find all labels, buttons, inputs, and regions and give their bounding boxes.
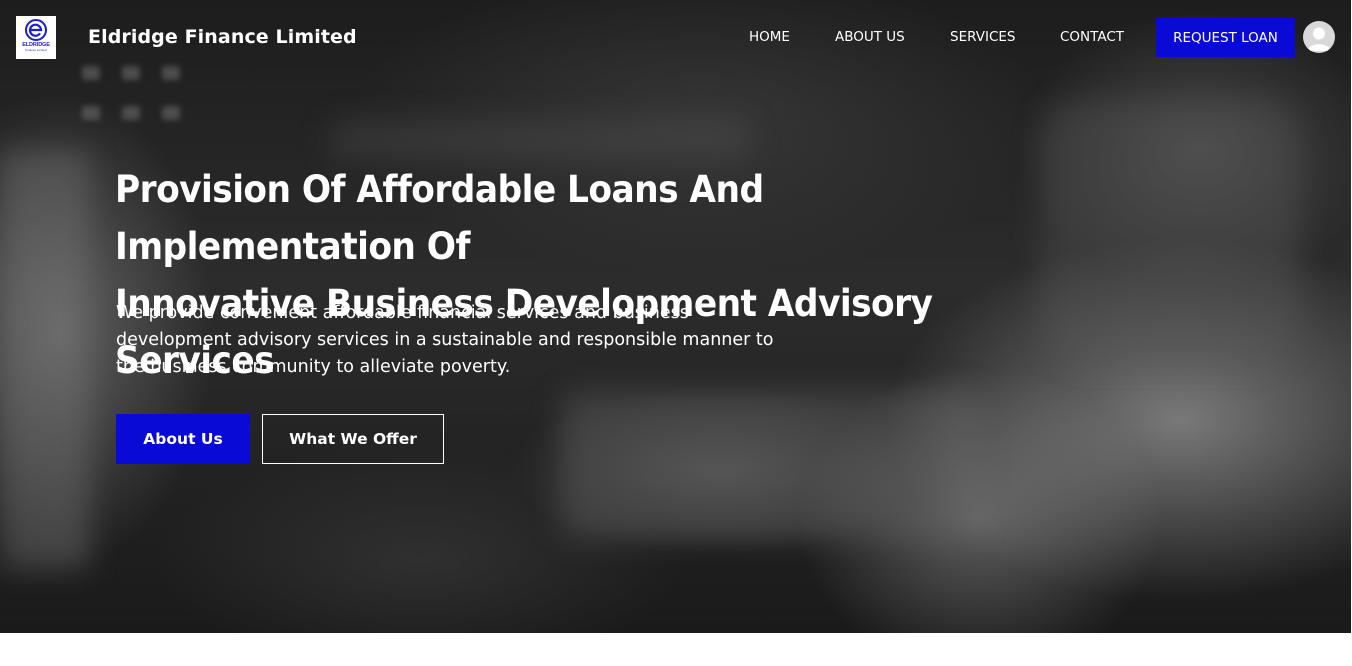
hero-description-line-2: development advisory services in a susta… — [116, 330, 774, 350]
nav-contact[interactable]: CONTACT — [1060, 28, 1124, 46]
eldridge-e-logo-icon — [25, 19, 47, 41]
hero-headline-line-1: Provision Of Affordable Loans And Implem… — [115, 168, 764, 268]
logo-subtitle: Finance Limited — [25, 48, 47, 52]
request-loan-button[interactable]: REQUEST LOAN — [1156, 18, 1295, 57]
nav-home[interactable]: HOME — [749, 28, 790, 46]
background-blur — [1040, 100, 1300, 360]
hero-description: We provide convenient affordable financi… — [116, 300, 806, 381]
what-we-offer-button[interactable]: What We Offer — [262, 414, 444, 464]
nav-about-us[interactable]: ABOUT US — [835, 28, 905, 46]
user-silhouette-icon — [1307, 27, 1331, 51]
about-us-button[interactable]: About Us — [116, 414, 250, 464]
brand-name[interactable]: Eldridge Finance Limited — [88, 24, 357, 50]
background-blur — [560, 390, 980, 540]
background-blur — [0, 150, 90, 570]
company-logo[interactable]: ELDRIDGE Finance Limited — [16, 16, 56, 59]
hero-description-line-1: We provide convenient affordable financi… — [116, 303, 689, 323]
background-blur — [330, 120, 750, 160]
user-avatar-icon[interactable] — [1303, 21, 1335, 53]
background-blur — [82, 66, 192, 136]
hero-description-line-3: the business community to alleviate pove… — [116, 357, 511, 377]
nav-services[interactable]: SERVICES — [950, 28, 1015, 46]
